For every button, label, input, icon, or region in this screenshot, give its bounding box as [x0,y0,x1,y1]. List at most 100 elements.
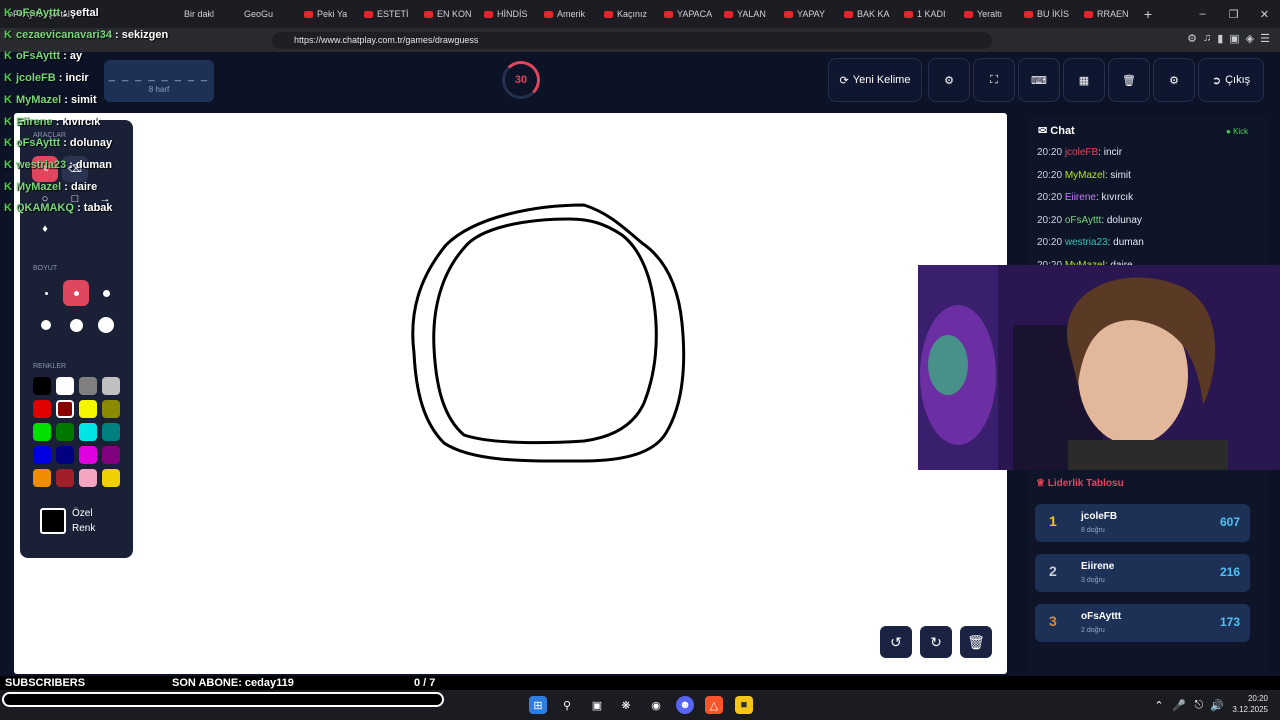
restore-icon[interactable]: ❐ [1218,8,1249,21]
browser-tab[interactable]: HİNDİS [478,3,538,25]
tab-title: YALAN [737,9,766,19]
browser-tab[interactable]: ESTETİ [358,3,418,25]
chat-user[interactable]: oFsAyttt [1065,215,1102,226]
color-swatch[interactable] [33,446,51,464]
size-m[interactable] [93,280,119,306]
last-subscriber: SON ABONE: ceday119 [172,677,294,689]
menu-icon[interactable]: ☰ [1260,32,1270,45]
mic-icon[interactable]: 🎤 [1170,696,1188,714]
start-icon[interactable]: ⊞ [529,696,547,714]
shield-icon[interactable]: ◈ [1246,32,1254,45]
size-xxl[interactable] [93,312,119,338]
color-swatch[interactable] [79,446,97,464]
leaderboard-score: 173 [1219,615,1240,629]
settings-gear-button[interactable]: ⚙ [928,58,970,102]
browser-tab[interactable]: YAPAY [778,3,838,25]
fullscreen-button[interactable]: ⛶ [973,58,1015,102]
color-swatch[interactable] [56,446,74,464]
color-swatch[interactable] [56,400,74,418]
browser-tab[interactable]: Bir dakl [178,3,238,25]
keyboard-button[interactable]: ⌨ [1018,58,1060,102]
size-section-title: BOYUT [33,265,58,272]
color-swatch[interactable] [33,377,51,395]
system-clock[interactable]: 20:20 3.12.2025 [1232,693,1268,715]
browser-tab[interactable]: YALAN [718,3,778,25]
brave-icon[interactable]: △ [705,696,723,714]
discord-icon[interactable]: ☻ [676,696,694,714]
drawing-canvas[interactable] [14,113,1007,674]
browser-tab[interactable]: GeoGu [238,3,298,25]
color-swatch[interactable] [102,400,120,418]
color-swatch[interactable] [79,423,97,441]
app-icon[interactable]: ◉ [647,696,665,714]
browser-tab[interactable]: Amerik [538,3,598,25]
extension-icon[interactable]: ⚙ [1187,32,1197,45]
platform-label: Kick [1233,127,1249,136]
media-icon[interactable]: ♫ [1203,32,1211,45]
browser-tab[interactable]: Peki Ya [298,3,358,25]
url-field[interactable]: https://www.chatplay.com.tr/games/drawgu… [272,32,992,49]
overlay-chat-line: Kcezaevicanavari34 : sekizgen [4,29,168,41]
size-xs[interactable] [33,280,59,306]
redo-button[interactable]: ↻ [920,626,952,658]
color-swatch[interactable] [102,377,120,395]
custom-color-swatch[interactable] [40,508,66,534]
clear-canvas-button[interactable]: 🗑 [960,626,992,658]
overlay-chat-text: : tabak [74,202,113,215]
browser-tab[interactable]: RRAEN [1078,3,1138,25]
chat-time: 20:20 [1037,214,1063,226]
browser-tab[interactable]: EN KON [418,3,478,25]
color-swatch[interactable] [79,469,97,487]
settings-button[interactable]: ⚙ [1153,58,1195,102]
color-swatch[interactable] [33,400,51,418]
tray-chevron-icon[interactable]: ⌃ [1150,696,1168,714]
wallet-icon[interactable]: ▣ [1229,32,1239,45]
browser-tab[interactable]: 1 KADI [898,3,958,25]
color-swatch[interactable] [56,377,74,395]
color-swatch[interactable] [79,400,97,418]
color-swatch[interactable] [56,469,74,487]
volume-icon[interactable]: 🔊 [1208,696,1226,714]
new-word-button[interactable]: ⟳ Yeni Kelime [828,58,922,102]
chat-user[interactable]: MyMazel [1065,170,1105,181]
size-l[interactable] [33,312,59,338]
leaderboard-row: 1 jcoleFB 8 doğru 607 [1035,504,1250,542]
color-swatch[interactable] [33,423,51,441]
color-swatch[interactable] [102,423,120,441]
network-icon[interactable]: ⎋ [1190,696,1208,714]
color-swatch[interactable] [79,377,97,395]
size-xl[interactable] [63,312,89,338]
search-icon[interactable]: ⚲ [558,696,576,714]
browser-tab[interactable]: BU İKİS [1018,3,1078,25]
color-swatch[interactable] [33,469,51,487]
kick-icon: K [4,180,12,193]
chat-user[interactable]: westria23 [1065,237,1108,248]
sidebar-icon[interactable]: ▮ [1217,32,1223,45]
browser-tab[interactable]: Kaçınız [598,3,658,25]
browser-tab-bar: oFsAyttt : şeftal Bir dakl GeoGu Peki Ya EST… [0,0,1280,28]
browser-tab[interactable]: BAK KA [838,3,898,25]
color-swatch[interactable] [102,469,120,487]
browser-tab[interactable]: YAPACA [658,3,718,25]
chatgpt-icon[interactable]: ❋ [617,696,635,714]
color-swatch[interactable] [102,446,120,464]
new-tab-button[interactable]: + [1138,6,1158,22]
chat-user[interactable]: Eiirene [1065,192,1096,203]
browser-tab[interactable]: Yeraltı [958,3,1018,25]
sub-goal: 0 / 7 [414,677,436,689]
minimize-icon[interactable]: – [1187,8,1218,20]
exit-button[interactable]: ➲ Çıkış [1198,58,1264,102]
undo-button[interactable]: ↺ [880,626,912,658]
chat-user[interactable]: jcoleFB [1065,147,1098,158]
size-s[interactable] [63,280,89,306]
task-view-icon[interactable]: ▣ [588,696,606,714]
delete-button[interactable]: 🗑 [1108,58,1150,102]
leaderboard-correct-count: 2 doğru [1081,627,1105,634]
chat-time: 20:20 [1037,147,1063,158]
overlay-chat-line: K Eiirene : kıvırcık [4,116,100,128]
close-icon[interactable]: ✕ [1249,8,1280,21]
archive-button[interactable]: ▦ [1063,58,1105,102]
folder-icon[interactable]: ■ [735,696,753,714]
color-swatch[interactable] [56,423,74,441]
kick-icon: K [4,28,12,41]
